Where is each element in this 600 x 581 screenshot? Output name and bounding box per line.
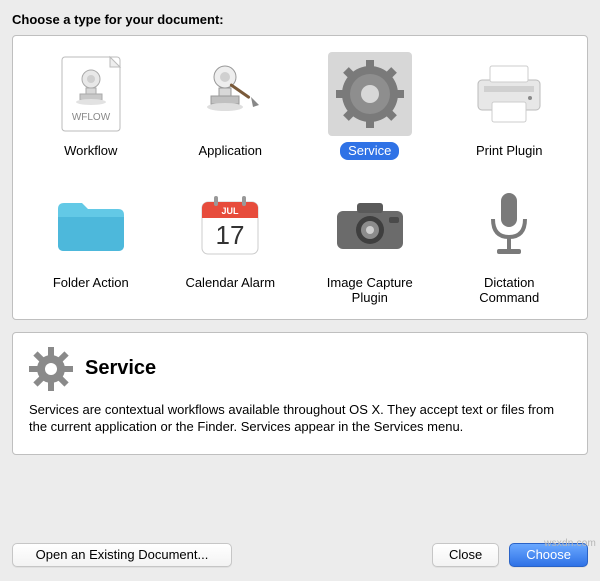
- workflow-icon: WFLOW: [49, 52, 133, 136]
- type-label: Workflow: [56, 142, 125, 160]
- type-label: Dictation Command: [444, 274, 574, 307]
- type-detail-panel: Service Services are contextual workflow…: [12, 332, 588, 455]
- choose-type-prompt: Choose a type for your document:: [12, 12, 588, 27]
- camera-icon: [328, 184, 412, 268]
- type-calendar-alarm[interactable]: JUL 17 Calendar Alarm: [163, 184, 299, 307]
- folder-icon: [49, 184, 133, 268]
- type-print-plugin[interactable]: Print Plugin: [442, 52, 578, 160]
- printer-icon: [467, 52, 551, 136]
- watermark-text: wsxdn.com: [544, 538, 596, 549]
- calendar-icon: JUL 17: [188, 184, 272, 268]
- service-icon: [328, 52, 412, 136]
- type-label: Image Capture Plugin: [305, 274, 435, 307]
- type-dictation-command[interactable]: Dictation Command: [442, 184, 578, 307]
- type-folder-action[interactable]: Folder Action: [23, 184, 159, 307]
- type-label: Calendar Alarm: [177, 274, 283, 292]
- document-type-grid: WFLOW Workflow Application: [12, 35, 588, 320]
- dialog-footer: Open an Existing Document... Close Choos…: [12, 529, 588, 569]
- type-label: Service: [340, 142, 399, 160]
- type-label: Folder Action: [45, 274, 137, 292]
- open-existing-document-button[interactable]: Open an Existing Document...: [12, 543, 232, 567]
- type-label: Application: [190, 142, 270, 160]
- microphone-icon: [467, 184, 551, 268]
- application-icon: [188, 52, 272, 136]
- type-service[interactable]: Service: [302, 52, 438, 160]
- svg-text:WFLOW: WFLOW: [72, 112, 111, 123]
- type-label: Print Plugin: [468, 142, 550, 160]
- close-button[interactable]: Close: [432, 543, 499, 567]
- svg-text:JUL: JUL: [222, 206, 240, 216]
- type-application[interactable]: Application: [163, 52, 299, 160]
- type-workflow[interactable]: WFLOW Workflow: [23, 52, 159, 160]
- detail-title: Service: [85, 357, 156, 380]
- detail-gear-icon: [29, 347, 73, 391]
- detail-description: Services are contextual workflows availa…: [29, 401, 571, 436]
- type-image-capture-plugin[interactable]: Image Capture Plugin: [302, 184, 438, 307]
- svg-text:17: 17: [216, 220, 245, 250]
